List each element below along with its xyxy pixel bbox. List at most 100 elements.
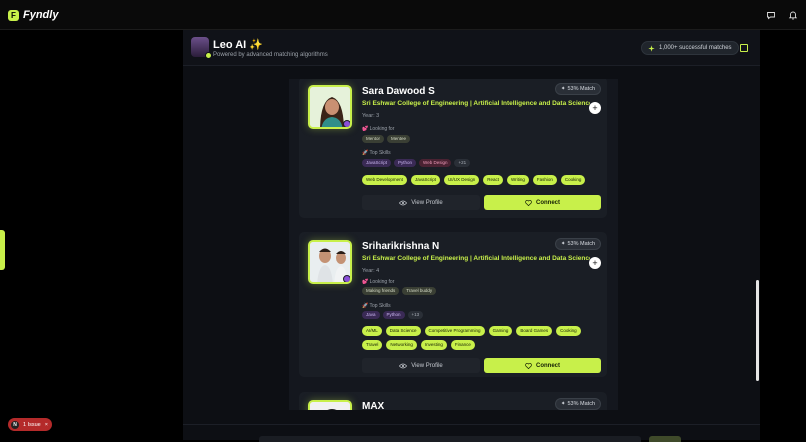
connect-label: Connect [536, 199, 560, 206]
more-skills-count[interactable]: +13 [407, 311, 424, 319]
interest-tag: Finance [450, 340, 475, 350]
profile-college: Sri Eshwar College of Engineering | Arti… [362, 100, 590, 107]
success-stat-text: 1,000+ successful matches [659, 45, 732, 51]
leo-header: Leo AI ✨ Powered by advanced matching al… [183, 30, 760, 66]
interest-tags: AI/ML Data Science Competitive Programmi… [362, 326, 598, 350]
profile-card: Sara Dawood S Sri Eshwar College of Engi… [299, 79, 607, 218]
online-status-icon [205, 52, 212, 59]
profile-avatar[interactable] [308, 400, 352, 410]
issues-badge[interactable]: N 1 Issue × [8, 418, 52, 431]
success-stat-badge: 1,000+ successful matches [641, 41, 739, 55]
interest-tag: Competitive Programming [424, 326, 485, 336]
interest-tag: Gaming [488, 326, 513, 336]
match-feed[interactable]: Sara Dawood S Sri Eshwar College of Engi… [289, 79, 618, 410]
leo-subtitle: Powered by advanced matching algorithms [213, 52, 328, 58]
interest-tag: Travel [362, 340, 383, 350]
verified-badge-icon [343, 275, 350, 282]
chat-icon[interactable] [766, 10, 776, 20]
looking-for-label: 💕 Looking for [362, 279, 395, 285]
view-profile-button[interactable]: View Profile [362, 195, 480, 210]
view-profile-label: View Profile [411, 362, 443, 369]
skill-tags: Java Python +13 [362, 311, 598, 319]
interest-tag: Data Science [385, 326, 421, 336]
star-icon: ✦ [560, 401, 566, 407]
profile-avatar[interactable] [308, 240, 352, 284]
match-percent: 53% Match [567, 86, 595, 92]
message-input[interactable] [259, 436, 641, 442]
interest-tag: Fashion [532, 175, 557, 185]
sparkle-icon [648, 44, 655, 52]
top-skills-label: 🚀 Top Skills [362, 303, 391, 309]
skill-tag: Python [382, 311, 405, 319]
looking-for-tag: Travel buddy [402, 287, 437, 295]
skill-tag: Web Design [419, 159, 452, 167]
side-drawer-handle[interactable] [0, 230, 5, 270]
connect-button[interactable]: Connect [484, 358, 601, 373]
verified-badge-icon [343, 120, 350, 127]
match-badge: ✦ 53% Match [554, 83, 601, 95]
profile-card: Sriharikrishna N Sri Eshwar College of E… [299, 232, 607, 377]
skill-tags: JavaScript Python Web Design +21 [362, 159, 598, 167]
interest-tag: JavaScript [410, 175, 440, 185]
looking-for-tag: Mentee [387, 135, 411, 143]
interest-tag: Networking [386, 340, 417, 350]
issue-avatar-icon: N [11, 420, 19, 429]
interest-tag: Investing [420, 340, 447, 350]
issues-count: 1 Issue [23, 421, 41, 428]
scrollbar-thumb[interactable] [756, 280, 759, 381]
interest-tag: Writing [506, 175, 529, 185]
heart-icon [525, 362, 532, 369]
looking-for-tag: Making friends [362, 287, 400, 295]
profile-year: Year: 3 [362, 113, 380, 119]
top-bar: F Fyndly [0, 0, 806, 30]
skill-tag: Python [394, 159, 417, 167]
connect-button[interactable]: Connect [484, 195, 601, 210]
looking-for-tags: Making friends Travel buddy [362, 287, 598, 295]
profile-name: MAX [362, 401, 385, 410]
interest-tag: AI/ML [362, 326, 382, 336]
interest-tag: Web Development [362, 175, 407, 185]
brand-logo-icon: F [8, 9, 19, 21]
profile-avatar[interactable] [308, 85, 352, 129]
view-profile-label: View Profile [411, 199, 443, 206]
star-icon: ✦ [560, 241, 566, 247]
add-button[interactable]: + [589, 257, 601, 269]
close-icon[interactable]: × [45, 422, 48, 428]
leo-title: Leo AI ✨ [213, 39, 263, 51]
profile-year: Year: 4 [362, 268, 380, 274]
top-skills-label: 🚀 Top Skills [362, 150, 391, 156]
looking-for-tags: Mentor Mentee [362, 135, 598, 143]
profile-card: MAX ✦ 53% Match [299, 392, 607, 410]
more-skills-count[interactable]: +21 [454, 159, 471, 167]
match-percent: 53% Match [567, 241, 595, 247]
brand-name: Fyndly [23, 9, 59, 21]
profile-name: Sara Dawood S [362, 86, 435, 97]
brand[interactable]: F Fyndly [8, 9, 58, 21]
skill-tag: JavaScript [362, 159, 392, 167]
looking-for-label: 💕 Looking for [362, 126, 395, 132]
connect-label: Connect [536, 362, 560, 369]
leo-avatar [191, 37, 212, 59]
interest-tag: Board Games [516, 326, 553, 336]
interest-tags: Web Development JavaScript UI/UX Design … [362, 175, 598, 185]
match-badge: ✦ 53% Match [554, 398, 601, 410]
eye-icon [399, 363, 408, 368]
profile-college: Sri Eshwar College of Engineering | Arti… [362, 255, 590, 262]
match-percent: 53% Match [567, 401, 595, 407]
looking-for-tag: Mentor [362, 135, 385, 143]
eye-icon [399, 200, 408, 205]
send-button[interactable] [649, 436, 681, 442]
interest-tag: Cooking [556, 326, 581, 336]
skill-tag: Java [362, 311, 380, 319]
add-button[interactable]: + [589, 102, 601, 114]
sidebar-toggle-icon[interactable] [740, 44, 748, 52]
bell-icon[interactable] [788, 10, 798, 20]
avatar-illustration [310, 402, 350, 410]
view-profile-button[interactable]: View Profile [362, 358, 480, 373]
interest-tag: React [483, 175, 503, 185]
heart-icon [525, 199, 532, 206]
profile-name: Sriharikrishna N [362, 241, 440, 252]
star-icon: ✦ [560, 86, 566, 92]
interest-tag: Cooking [560, 175, 586, 185]
interest-tag: UI/UX Design [443, 175, 480, 185]
